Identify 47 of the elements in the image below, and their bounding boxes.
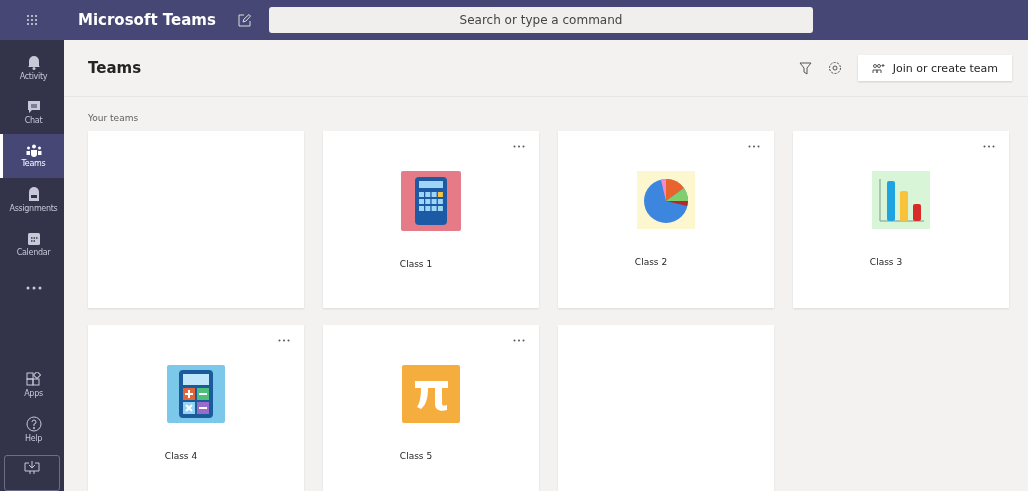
more-icon [25, 286, 42, 290]
bar-chart-icon [872, 171, 930, 229]
help-icon [25, 415, 42, 432]
filter-icon[interactable] [798, 61, 812, 75]
pi-icon [402, 365, 460, 423]
rail-item[interactable]: Apps [0, 363, 64, 407]
more-options-icon[interactable] [513, 145, 525, 148]
search-field[interactable]: Search or type a command [269, 7, 813, 33]
apps-icon [26, 372, 41, 387]
more-options-icon[interactable] [748, 145, 760, 148]
backpack-icon [27, 187, 40, 202]
team-name: Class 2 [634, 257, 668, 267]
join-or-create-team-button[interactable]: Join or create team [857, 55, 1012, 81]
bell-icon [26, 55, 41, 70]
team-name: Class 5 [399, 451, 433, 461]
rail-item[interactable]: Chat [0, 90, 64, 134]
add-people-icon [871, 62, 885, 74]
rail-item[interactable]: Assignments [0, 178, 64, 222]
team-card[interactable]: Class 4 [88, 325, 304, 491]
section-label: Your teams [87, 112, 140, 123]
more-options-icon[interactable] [983, 145, 995, 148]
app-title: Microsoft Teams [78, 11, 217, 29]
page-title: Teams [88, 59, 143, 77]
more-options-icon[interactable] [513, 339, 525, 342]
team-name: Class 4 [164, 451, 198, 461]
team-card[interactable]: Class 5 [323, 325, 539, 491]
team-card[interactable]: Class 1 [323, 131, 539, 308]
rail-item[interactable]: Calendar [0, 222, 64, 266]
download-icon [24, 460, 40, 474]
settings-icon[interactable] [827, 61, 842, 75]
rail-item[interactable]: Teams [0, 134, 64, 178]
app-launcher-icon[interactable] [26, 14, 38, 26]
chat-icon [26, 99, 41, 114]
team-name: Class 3 [869, 257, 903, 267]
calculator-icon [167, 365, 225, 423]
rail-item[interactable]: Help [0, 407, 64, 451]
team-card[interactable]: Class 2 [558, 131, 774, 308]
more-options-icon[interactable] [278, 339, 290, 342]
pie-chart-icon [637, 171, 695, 229]
people-icon [25, 144, 42, 157]
team-card[interactable]: Class 3 [793, 131, 1009, 308]
compose-icon[interactable] [238, 13, 251, 27]
calculator-icon [401, 171, 461, 231]
download-button[interactable] [4, 455, 60, 491]
team-name: Class 1 [399, 259, 433, 269]
calendar-icon [26, 231, 41, 246]
rail-item[interactable]: Activity [0, 46, 64, 90]
